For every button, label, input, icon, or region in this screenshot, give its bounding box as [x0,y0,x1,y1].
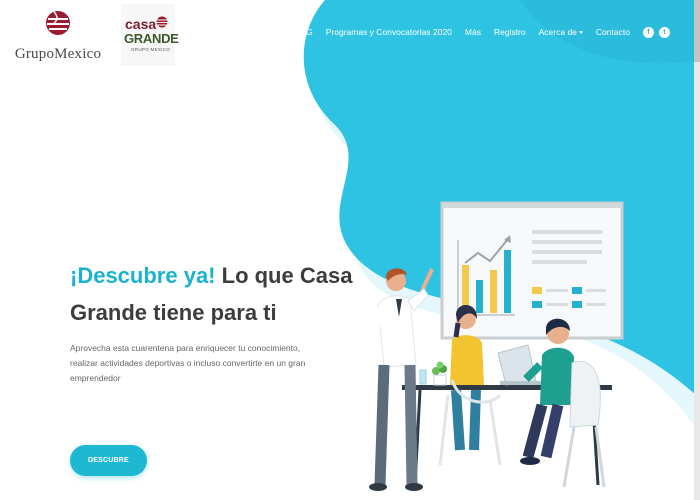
nav-item-cg[interactable]: CG [300,27,313,37]
main-navigation: CG Programas y Convocatorias 2020 Más Re… [300,24,675,40]
grupo-mexico-emblem-icon [46,11,70,35]
plant-icon [432,361,447,386]
grupo-mexico-logo[interactable]: GrupoMexico [8,10,108,66]
casa-grande-logo-line2: GRANDE [124,31,179,46]
chevron-down-icon [578,31,583,35]
nav-item-registro[interactable]: Registro [494,27,526,37]
hero-description: Aprovecha esta cuarentena para enriquece… [70,343,306,383]
hero-section: ¡Descubre ya! Lo que Casa Grande tiene p… [70,257,360,386]
facebook-icon[interactable]: f [642,26,654,38]
nav-item-contacto[interactable]: Contacto [596,27,630,37]
nav-item-acerca-de-label: Acerca de [538,27,577,37]
casa-grande-logo-line1: casa [125,16,157,32]
hero-title: ¡Descubre ya! Lo que Casa Grande tiene p… [70,257,360,331]
twitter-icon[interactable]: t [658,26,670,38]
casa-grande-logo[interactable]: casa GRANDE GRUPO MEXICO [121,4,179,66]
glass-icon [419,369,427,385]
hero-title-accent: ¡Descubre ya! [70,263,216,288]
office-meeting-illustration [367,201,624,491]
page-scrollbar[interactable] [694,0,700,500]
nav-item-programas[interactable]: Programas y Convocatorias 2020 [326,27,452,37]
scrollbar-thumb[interactable] [694,0,700,62]
casa-grande-logo-line3: GRUPO MEXICO [131,47,171,52]
nav-item-acerca-de[interactable]: Acerca de [539,27,583,37]
nav-item-mas[interactable]: Más [465,27,481,37]
grupo-mexico-wordmark: GrupoMexico [14,46,102,62]
descubre-button[interactable]: DESCUBRE [70,445,147,476]
casa-grande-emblem-icon [156,16,168,28]
seated-man-figure [520,318,606,488]
